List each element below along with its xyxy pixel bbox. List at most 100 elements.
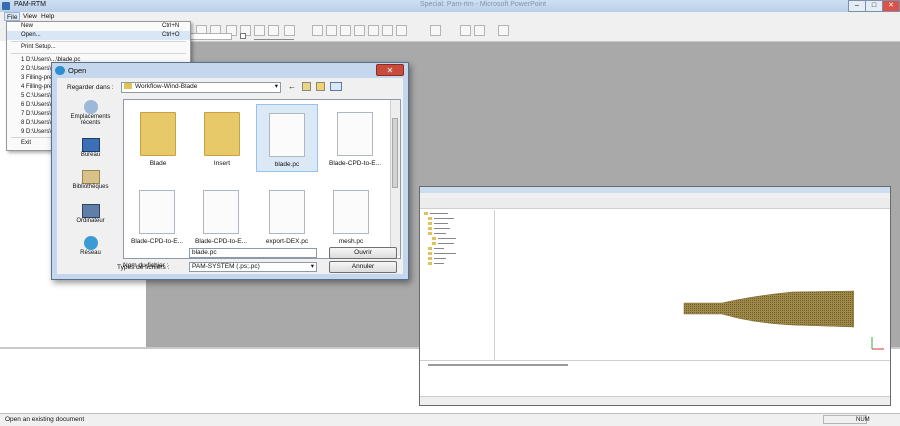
toolbar-combo[interactable] xyxy=(190,33,232,40)
toolbar-button[interactable] xyxy=(430,25,441,36)
place-network[interactable]: Réseau xyxy=(63,236,118,256)
recent-places-icon xyxy=(83,100,98,114)
file-item-label: blade.pc xyxy=(274,161,300,168)
step-icon[interactable] xyxy=(474,25,485,36)
file-item-label: export-DEX.pc xyxy=(265,238,309,245)
scrollbar-thumb[interactable] xyxy=(392,118,398,188)
menu-separator xyxy=(11,53,186,54)
folder-icon xyxy=(204,112,240,156)
file-icon xyxy=(203,190,239,234)
toolbar-slider[interactable] xyxy=(254,33,294,40)
embedded-status-bar xyxy=(420,396,890,405)
filename-value: blade.pc xyxy=(192,249,217,256)
menu-help[interactable]: Help xyxy=(39,12,56,21)
maximize-button[interactable]: □ xyxy=(865,0,883,12)
file-item[interactable]: mesh.pc xyxy=(320,182,382,250)
dialog-body: Regarder dans : Workflow-Wind-Blade ▾ ← … xyxy=(57,78,403,274)
toolbar-button[interactable] xyxy=(368,25,379,36)
folder-icon xyxy=(124,83,132,90)
file-item[interactable]: Blade-CPD-to-E... xyxy=(324,104,386,172)
play-icon[interactable] xyxy=(460,25,471,36)
background-window-title: Special: Pam-rtm - Microsoft PowerPoint xyxy=(420,1,547,8)
dialog-close-button[interactable]: ✕ xyxy=(376,64,404,76)
file-item-label: Blade-CPD-to-E... xyxy=(328,160,382,167)
menu-item-new[interactable]: New Ctrl+N xyxy=(7,22,190,31)
toolbar-button[interactable] xyxy=(382,25,393,36)
place-libraries-label: Bibliothèques xyxy=(72,184,109,190)
embedded-viewport xyxy=(496,210,888,360)
file-item-folder[interactable]: Insert xyxy=(194,104,250,172)
axis-triad xyxy=(871,337,884,350)
menu-item-open[interactable]: Open... Ctrl+O xyxy=(7,31,190,40)
file-icon xyxy=(269,190,305,234)
toolbar-button[interactable] xyxy=(340,25,351,36)
chevron-down-icon: ▾ xyxy=(310,263,314,270)
file-list: Blade Insert blade.pc Blade-CPD-to-E... … xyxy=(123,99,401,259)
new-folder-icon[interactable] xyxy=(316,82,325,91)
file-item[interactable]: Blade-CPD-to-E... xyxy=(190,182,252,250)
menu-item-print-setup[interactable]: Print Setup... xyxy=(7,43,190,52)
place-computer-label: Ordinateur xyxy=(76,218,105,224)
embedded-tree xyxy=(422,210,495,360)
computer-icon xyxy=(81,204,100,218)
toolbar-button[interactable] xyxy=(312,25,323,36)
file-icon xyxy=(333,190,369,234)
minimize-button[interactable]: – xyxy=(848,0,866,12)
tree-view xyxy=(424,212,456,265)
file-item-label: Insert xyxy=(213,160,231,167)
place-desktop[interactable]: Bureau xyxy=(63,138,118,158)
view-menu-icon[interactable] xyxy=(330,82,342,91)
toolbar-button[interactable] xyxy=(354,25,365,36)
place-computer[interactable]: Ordinateur xyxy=(63,204,118,224)
place-libraries[interactable]: Bibliothèques xyxy=(63,170,118,190)
embedded-toolbar xyxy=(420,198,890,209)
cancel-button[interactable]: Annuler xyxy=(329,261,397,273)
toolbar-button[interactable] xyxy=(498,25,509,36)
filetype-value: PAM-SYSTEM (.ps;.pc) xyxy=(192,263,260,270)
num-lock-label: NUM xyxy=(856,417,870,423)
app-icon xyxy=(2,2,10,10)
up-folder-icon[interactable] xyxy=(302,82,311,91)
open-button[interactable]: Ouvrir xyxy=(329,247,397,259)
desktop-icon xyxy=(81,138,100,152)
look-in-select[interactable]: Workflow-Wind-Blade ▾ xyxy=(121,82,281,93)
file-item[interactable]: Blade-CPD-to-E... xyxy=(126,182,188,250)
toolbar-button[interactable] xyxy=(396,25,407,36)
dialog-title: Open xyxy=(68,66,87,75)
toolbar-button[interactable] xyxy=(326,25,337,36)
close-button[interactable]: ✕ xyxy=(882,0,900,12)
file-icon xyxy=(139,190,175,234)
places-bar: Emplacements récents Bureau Bibliothèque… xyxy=(63,100,118,268)
filename-input[interactable]: blade.pc xyxy=(189,248,317,258)
open-dialog: Open ✕ Regarder dans : Workflow-Wind-Bla… xyxy=(51,62,409,280)
file-icon xyxy=(269,113,305,157)
chevron-down-icon: ▾ xyxy=(274,83,278,90)
embedded-screenshot xyxy=(419,186,891,406)
filetype-select[interactable]: PAM-SYSTEM (.ps;.pc) ▾ xyxy=(189,262,317,272)
file-item-folder[interactable]: Blade xyxy=(130,104,186,172)
file-list-scrollbar[interactable] xyxy=(390,100,400,256)
place-recent-label: Emplacements récents xyxy=(70,114,111,126)
window-title: PAM-RTM xyxy=(14,1,47,8)
menu-view[interactable]: View xyxy=(21,12,39,21)
file-item-label: Blade-CPD-to-E... xyxy=(194,238,248,245)
file-item-selected[interactable]: blade.pc xyxy=(256,104,318,172)
status-message: Open an existing document xyxy=(5,416,85,423)
menu-file[interactable]: File xyxy=(4,12,21,21)
embedded-output xyxy=(420,360,890,397)
place-recent[interactable]: Emplacements récents xyxy=(63,100,118,126)
menu-separator xyxy=(11,41,186,42)
back-arrow-icon[interactable]: ← xyxy=(288,82,296,91)
status-bar: Open an existing document NUM xyxy=(0,413,900,426)
filetype-label: Types de fichiers : xyxy=(117,264,170,271)
file-item-label: Blade-CPD-to-E... xyxy=(130,238,184,245)
folder-icon xyxy=(140,112,176,156)
file-icon xyxy=(337,112,373,156)
libraries-icon xyxy=(81,170,100,184)
wind-blade-mesh xyxy=(683,290,854,328)
toolbar-checkbox[interactable] xyxy=(240,33,246,39)
network-icon xyxy=(83,236,98,250)
file-item[interactable]: export-DEX.pc xyxy=(256,182,318,250)
file-item-label: Blade xyxy=(149,160,167,167)
embedded-output-line xyxy=(428,364,568,366)
